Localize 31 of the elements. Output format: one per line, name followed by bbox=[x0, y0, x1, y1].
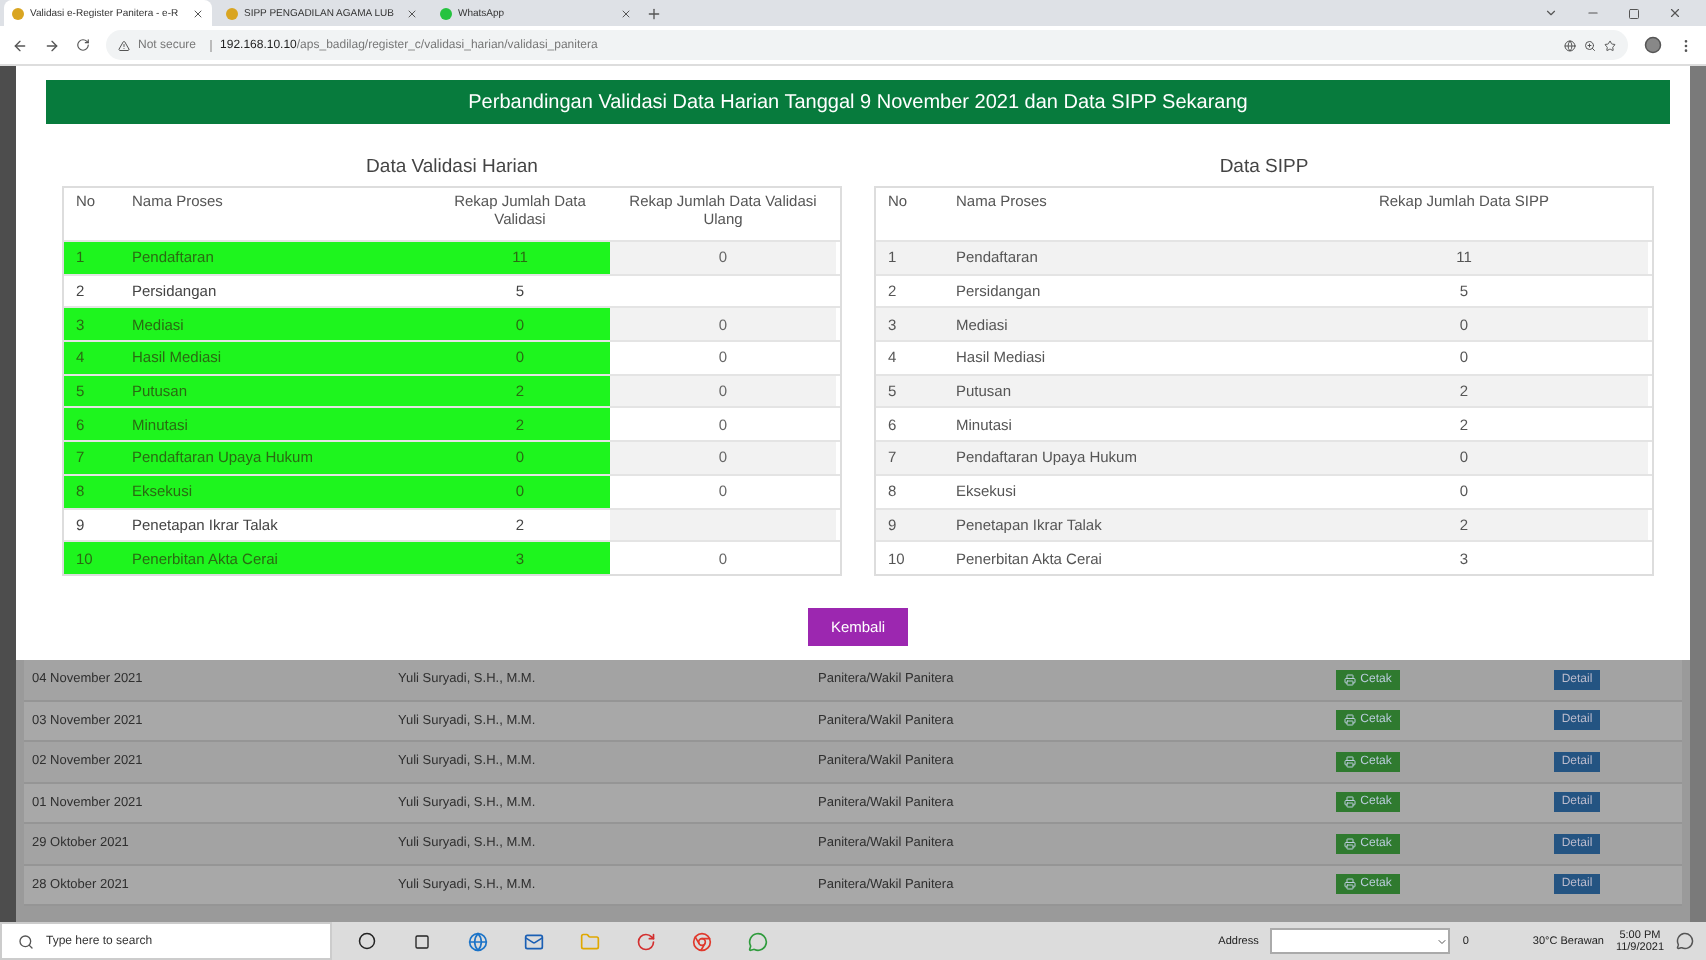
printer-icon bbox=[1344, 755, 1357, 768]
reload-icon[interactable] bbox=[76, 38, 90, 52]
printer-icon bbox=[1344, 714, 1357, 727]
site-icon bbox=[226, 7, 238, 19]
search-icon bbox=[18, 933, 34, 949]
star-icon[interactable] bbox=[1604, 39, 1616, 51]
chevron-down-icon[interactable] bbox=[1544, 6, 1558, 20]
table-title: Data Validasi Harian bbox=[366, 156, 538, 178]
close-icon[interactable] bbox=[406, 7, 418, 19]
printer-icon bbox=[1344, 837, 1357, 850]
printer-icon bbox=[1344, 796, 1357, 809]
scrollbar[interactable] bbox=[1690, 66, 1706, 922]
printer-icon bbox=[1344, 673, 1357, 686]
translate-icon[interactable] bbox=[1564, 39, 1576, 51]
modal-title: Perbandingan Validasi Data Harian Tanggal 9 November 2021 dan Data SIPP Sekarang bbox=[46, 80, 1670, 124]
zoom-icon[interactable] bbox=[1584, 39, 1596, 51]
avatar-icon[interactable] bbox=[1644, 36, 1662, 54]
chat-icon bbox=[440, 7, 452, 19]
warning-icon bbox=[118, 39, 130, 51]
close-icon[interactable] bbox=[1668, 6, 1682, 20]
close-icon[interactable] bbox=[192, 7, 204, 19]
printer-icon bbox=[1344, 878, 1357, 891]
table-title: Data SIPP bbox=[1219, 156, 1309, 178]
close-icon[interactable] bbox=[620, 7, 632, 19]
maximize-icon[interactable] bbox=[1628, 7, 1640, 19]
back-icon[interactable] bbox=[12, 37, 28, 53]
forward-icon[interactable] bbox=[44, 37, 60, 53]
notification-icon[interactable] bbox=[1676, 932, 1694, 950]
site-icon bbox=[12, 7, 24, 19]
new-tab-icon[interactable] bbox=[646, 5, 662, 21]
address-field[interactable] bbox=[1270, 928, 1451, 954]
